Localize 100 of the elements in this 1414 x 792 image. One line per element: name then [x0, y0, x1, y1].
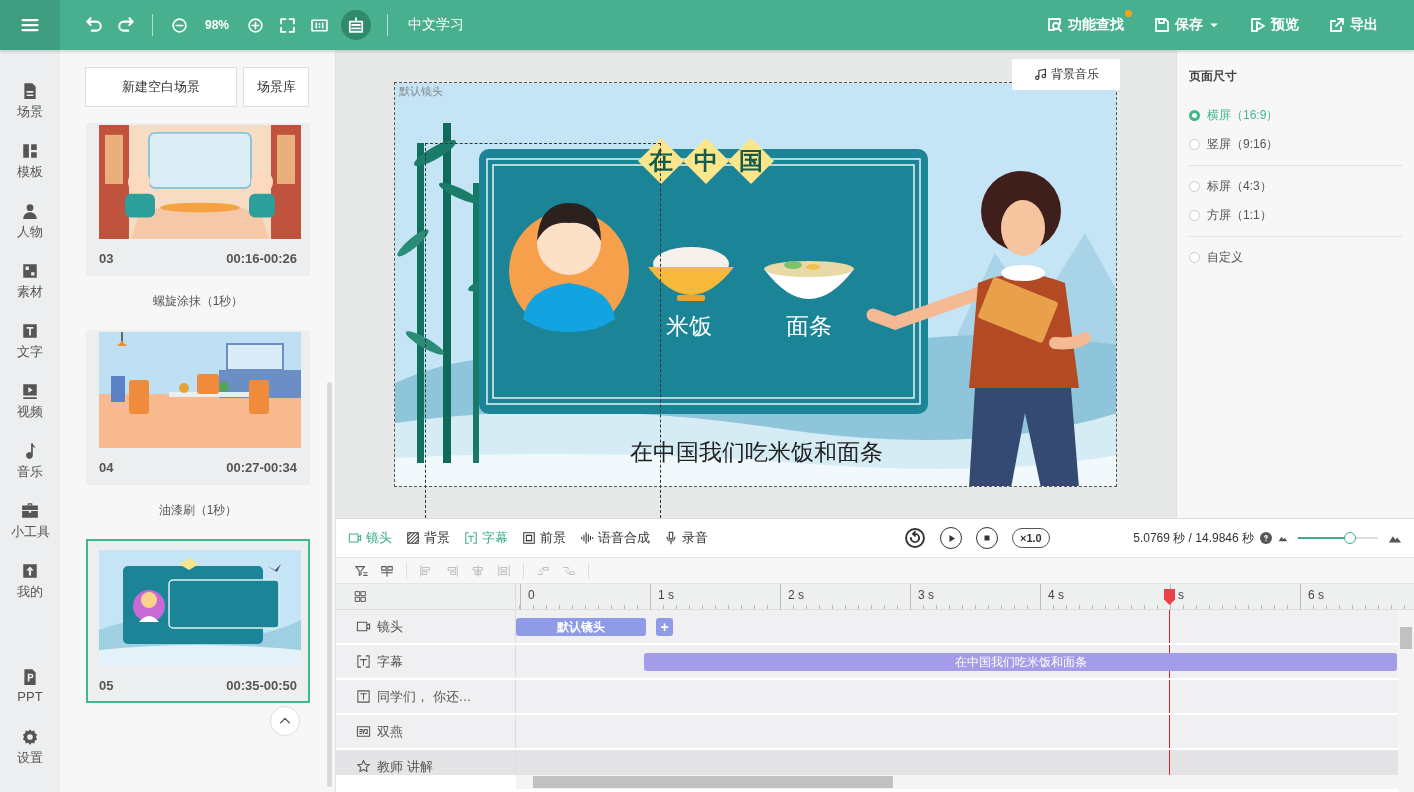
horizontal-scrollbar[interactable] [516, 775, 1398, 789]
nav-item[interactable]: 视频 [17, 382, 43, 442]
vertical-scrollbar[interactable] [1398, 610, 1414, 792]
project-title: 中文学习 [407, 16, 465, 34]
filter-icon [354, 563, 368, 578]
upload-icon [21, 562, 39, 580]
track-label: 同学们， 你还… [377, 687, 472, 706]
scene-number: 05 [99, 678, 114, 693]
radio-option[interactable]: 竖屏（9:16） [1189, 130, 1402, 159]
track-label: 字幕 [377, 652, 403, 671]
nav-item[interactable]: 模板 [17, 142, 43, 202]
fullscreen-button[interactable] [277, 15, 298, 35]
keyboard-button[interactable] [341, 10, 372, 40]
track-label: 教师 讲解 [377, 757, 433, 775]
text-icon [21, 322, 39, 340]
timeline-tab[interactable]: 录音 [664, 529, 708, 547]
star-icon [356, 759, 371, 774]
subtitle-icon [356, 654, 371, 669]
distribute-icon [497, 563, 511, 578]
rice-bowl-icon [648, 247, 734, 301]
track-row[interactable]: 教师 讲解 [336, 750, 1398, 775]
music-note-icon [1033, 68, 1047, 81]
track-row[interactable]: 双燕 [336, 715, 1398, 750]
settings-icon [21, 728, 39, 746]
radio-option[interactable]: 自定义 [1189, 243, 1402, 272]
nav-item[interactable]: 人物 [17, 202, 43, 262]
playback-time: 5.0769 秒 / 14.9846 秒 [1133, 529, 1254, 547]
track-row[interactable]: 字幕 在中国我们吃米饭和面条 [336, 645, 1398, 680]
nav-item[interactable]: 素材 [17, 262, 43, 322]
slide[interactable]: 默认镜头 在 中 国 米饭 面条 在中国我们吃米饭和面条 [394, 82, 1117, 487]
food-label: 面条 [785, 312, 833, 341]
zoom-in-button[interactable] [245, 15, 266, 35]
radio-option[interactable]: 标屏（4:3） [1189, 172, 1402, 201]
scene-number: 03 [99, 251, 114, 266]
help-icon[interactable] [1260, 532, 1272, 544]
playhead-marker[interactable] [1164, 589, 1175, 605]
toolbox-icon [21, 502, 39, 520]
transition-label[interactable]: 螺旋涂抹（1秒） [152, 294, 244, 308]
waveform-icon [580, 531, 594, 545]
food-label: 米饭 [665, 312, 713, 341]
document-icon [21, 82, 39, 100]
nav-item[interactable]: PPT [17, 668, 43, 728]
scene-time: 00:16-00:26 [226, 251, 297, 266]
camera-icon [348, 531, 362, 545]
grid-icon [21, 262, 39, 280]
search-icon [1047, 17, 1063, 33]
split-icon [380, 563, 394, 578]
scene-card[interactable]: 04 00:27-00:34 [86, 330, 310, 485]
timeline-tab[interactable]: 语音合成 [580, 529, 650, 547]
scene-panel-button[interactable]: 场景库 [243, 67, 309, 107]
nav-item[interactable]: 小工具 [10, 502, 50, 562]
redo-button[interactable] [116, 15, 136, 35]
save-icon [1154, 17, 1170, 33]
nav-item[interactable]: 场景 [17, 82, 43, 142]
track-label: 双燕 [377, 722, 403, 741]
scene-time: 00:27-00:34 [226, 460, 297, 475]
scrollbar[interactable] [327, 382, 332, 787]
nav-item[interactable]: 音乐 [17, 442, 43, 502]
slide-caption: 在中国我们吃米饭和面条 [629, 438, 884, 467]
svg-icon [356, 724, 371, 739]
timeline-tab[interactable]: 前景 [522, 529, 566, 547]
scene-panel-button[interactable]: 新建空白场景 [85, 67, 237, 107]
zoom-level: 98% [204, 18, 231, 32]
timeline-tab[interactable]: 背景 [406, 529, 450, 547]
nav-item[interactable]: 我的 [17, 562, 43, 622]
notification-dot [1125, 10, 1132, 17]
timeline-zoom-slider[interactable] [1298, 532, 1378, 544]
align-center-icon [471, 563, 485, 578]
grid-icon [354, 590, 367, 603]
noodle-bowl-icon [764, 261, 854, 299]
keyboard-icon [347, 16, 366, 34]
scroll-up-button[interactable] [270, 706, 300, 736]
scene-number: 04 [99, 460, 114, 475]
preview-icon [1250, 17, 1266, 33]
camera-label: 默认镜头 [399, 84, 443, 99]
align-left-icon [419, 563, 433, 578]
layers-icon [522, 531, 536, 545]
nav-item[interactable]: 设置 [17, 728, 43, 788]
ppt-file-icon [21, 668, 39, 686]
microphone-icon [664, 531, 678, 545]
replay-button[interactable] [904, 527, 926, 549]
stop-icon [982, 533, 992, 543]
menu-button[interactable] [0, 0, 60, 50]
track-row[interactable]: 同学们， 你还… [336, 680, 1398, 715]
align-right-icon [445, 563, 459, 578]
radio-option[interactable]: 方屏（1:1） [1189, 201, 1402, 230]
subtitle-icon [464, 531, 478, 545]
zoom-out-button[interactable] [169, 15, 189, 35]
track-label: 镜头 [377, 617, 403, 636]
panel-title: 页面尺寸 [1189, 68, 1238, 85]
background-music-button[interactable]: 背景音乐 [1012, 59, 1120, 90]
undo-button[interactable] [84, 15, 104, 35]
text-icon [356, 689, 371, 704]
nav-item[interactable]: 文字 [17, 322, 43, 382]
scene-card[interactable]: 03 00:16-00:26 [86, 123, 310, 276]
scene-card[interactable]: 05 00:35-00:50 [86, 539, 310, 703]
transition-label[interactable]: 油漆刷（1秒） [158, 503, 238, 517]
person-icon [21, 202, 39, 220]
camera-icon [356, 619, 371, 634]
video-icon [21, 382, 39, 400]
